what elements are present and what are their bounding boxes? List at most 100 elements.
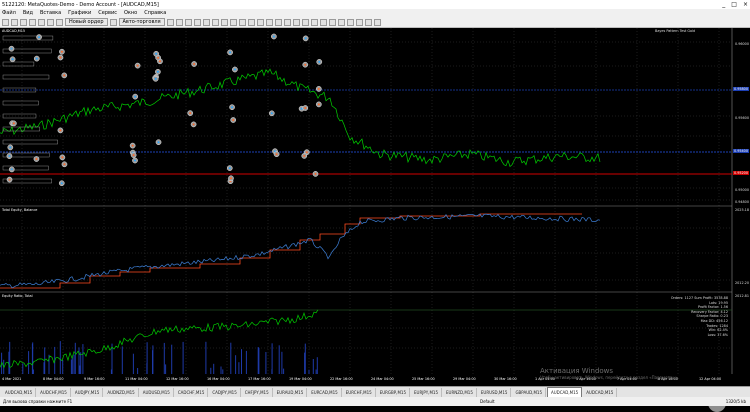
chart-tab[interactable]: EURGBP,M15 xyxy=(377,387,410,397)
chart-tab[interactable]: EURAUD,M15 xyxy=(274,387,308,397)
trade-marker-dot xyxy=(9,146,12,149)
trade-marker-dot xyxy=(303,154,306,157)
bar-chart-icon[interactable] xyxy=(166,18,174,26)
chart-tab-active[interactable]: AUDCAD,M15 xyxy=(547,386,583,398)
menu-window[interactable]: Окно xyxy=(124,10,137,16)
crosshair-icon[interactable] xyxy=(265,18,273,26)
line-chart-icon[interactable] xyxy=(184,18,192,26)
new-order-button[interactable]: Новый ордер xyxy=(65,18,108,26)
chart-tab[interactable]: EURCAD,M15 xyxy=(308,387,342,397)
trade-marker-dot xyxy=(305,151,308,154)
vertical-line-icon[interactable] xyxy=(274,18,282,26)
menu-insert[interactable]: Вставка xyxy=(40,10,61,16)
new-chart-icon[interactable] xyxy=(2,18,9,26)
trade-marker-dot xyxy=(158,60,161,63)
status-bar: Для вызова справки нажмите F1 Default 13… xyxy=(0,397,750,406)
menu-bar: Файл Вид Вставка Графики Сервис Окно Спр… xyxy=(0,9,750,17)
trade-marker-dot xyxy=(136,64,139,67)
indicators-icon[interactable] xyxy=(238,18,246,26)
m15-period-icon[interactable] xyxy=(364,18,372,26)
stats-line: Orders: 1127 Sum Profit: 3578.88 xyxy=(670,296,728,300)
price-label: 0.95400 xyxy=(732,149,749,153)
trade-marker-dot xyxy=(189,112,192,115)
trade-marker-dot xyxy=(232,119,235,121)
label-icon[interactable] xyxy=(328,18,336,26)
chart-tab[interactable]: EURNZD,M15 xyxy=(443,387,477,397)
menu-file[interactable]: Файл xyxy=(2,10,16,16)
metaeditor-icon[interactable] xyxy=(109,18,117,26)
trade-marker-dot xyxy=(229,177,232,180)
trade-marker-dot xyxy=(12,122,15,125)
trade-marker-dot xyxy=(155,52,158,55)
trade-marker-dot xyxy=(35,158,38,160)
chart-tabs: AUDCAD,M15 AUDCHF,M15 AUDJPY,M15 AUDNZD,… xyxy=(0,386,750,398)
chart-tab[interactable]: EURCHF,M15 xyxy=(343,387,376,397)
chart-area[interactable]: AUDCAD,M15 Bayes Pattern Test Gold Total… xyxy=(0,28,750,412)
trade-marker-dot xyxy=(63,163,66,166)
navigator-icon[interactable] xyxy=(38,18,45,26)
activation-watermark-sub: Чтобы активировать Windows, перейдите в … xyxy=(540,375,680,380)
chart-tab[interactable]: AUDJPY,M15 xyxy=(72,387,104,397)
time-label: 22 Mar 16:00 xyxy=(330,377,353,381)
chart-shift-icon[interactable] xyxy=(229,18,237,26)
title-bar: 5122120: MetaQuotes-Demo - Demo Account … xyxy=(0,0,750,9)
m30-period-icon[interactable] xyxy=(373,18,381,26)
chart-tab[interactable]: AUDNZD,M15 xyxy=(104,387,139,397)
zoom-out-icon[interactable] xyxy=(202,18,210,26)
channel-icon[interactable] xyxy=(301,18,309,26)
text-icon[interactable] xyxy=(319,18,327,26)
trade-marker-dot xyxy=(304,37,307,40)
activation-watermark: Активация Windows xyxy=(540,367,614,375)
time-label: 4 Mar 2021 xyxy=(2,377,22,381)
chart-tab[interactable]: AUDCAD,M15 xyxy=(583,387,618,397)
chart-tab[interactable]: CHFJPY,M15 xyxy=(242,387,273,397)
autoscroll-icon[interactable] xyxy=(220,18,228,26)
minimize-button[interactable]: _ xyxy=(722,0,725,9)
arrows-icon[interactable] xyxy=(337,18,345,26)
m5-period-icon[interactable] xyxy=(355,18,363,26)
maximize-button[interactable]: □ xyxy=(731,0,737,9)
chart-tab[interactable]: GBPAUD,M15 xyxy=(512,387,547,397)
trade-marker-dot xyxy=(59,129,62,132)
trade-marker-dot xyxy=(228,167,231,170)
autotrading-button[interactable]: Авто-торговля xyxy=(118,18,165,26)
price-label: 0.95600 xyxy=(734,116,749,120)
chart-tab[interactable]: AUDCAD,M15 xyxy=(2,387,37,397)
m1-period-icon[interactable] xyxy=(346,18,354,26)
time-label: 19 Mar 04:00 xyxy=(289,377,312,381)
menu-view[interactable]: Вид xyxy=(23,10,33,16)
profiles-icon[interactable] xyxy=(11,18,18,26)
indicator2-label: Equity Ratio, Total xyxy=(2,294,33,298)
periods-icon[interactable] xyxy=(247,18,255,26)
menu-tools[interactable]: Сервис xyxy=(98,10,117,16)
time-label: 17 Mar 16:00 xyxy=(248,377,271,381)
templates-icon[interactable] xyxy=(256,18,264,26)
menu-charts[interactable]: Графики xyxy=(68,10,91,16)
close-button[interactable]: × xyxy=(743,0,748,9)
zoom-in-icon[interactable] xyxy=(193,18,201,26)
trade-marker-dot xyxy=(59,56,62,59)
stats-panel: Orders: 1127 Sum Profit: 3578.88 Lots: 1… xyxy=(671,296,728,337)
candle-chart-icon[interactable] xyxy=(175,18,183,26)
tile-windows-icon[interactable] xyxy=(211,18,219,26)
chart-tab[interactable]: AUDCHF,M15 xyxy=(37,387,71,397)
trade-marker-dot xyxy=(38,36,41,39)
chart-tab[interactable]: EURJPY,M15 xyxy=(411,387,442,397)
trendline-icon[interactable] xyxy=(292,18,300,26)
horizontal-line-icon[interactable] xyxy=(283,18,291,26)
trade-marker-dot xyxy=(304,107,307,109)
tester-icon[interactable] xyxy=(56,18,63,26)
stats-line: Loss: 37.6% xyxy=(707,332,728,337)
chart-tab[interactable]: CADCHF,M15 xyxy=(175,387,209,397)
market-watch-icon[interactable] xyxy=(20,18,27,26)
fibo-icon[interactable] xyxy=(310,18,318,26)
data-window-icon[interactable] xyxy=(29,18,36,26)
chart-tab[interactable]: CADJPY,M15 xyxy=(209,387,241,397)
chart-tab[interactable]: AUDUSD,M15 xyxy=(140,387,174,397)
trade-marker-dot xyxy=(132,154,135,157)
trade-marker-dot xyxy=(156,70,159,73)
chart-canvas[interactable] xyxy=(0,28,750,386)
terminal-icon[interactable] xyxy=(47,18,54,26)
chart-tab[interactable]: EURUSD,M15 xyxy=(478,387,512,397)
menu-help[interactable]: Справка xyxy=(144,10,166,16)
